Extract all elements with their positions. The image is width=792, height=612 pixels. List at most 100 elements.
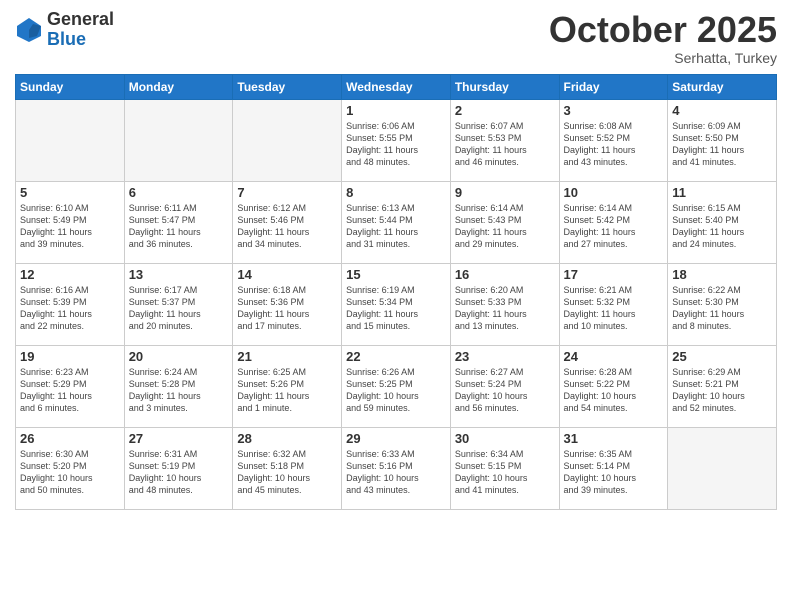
- logo: General Blue: [15, 10, 114, 50]
- calendar-cell: 2Sunrise: 6:07 AM Sunset: 5:53 PM Daylig…: [450, 99, 559, 181]
- calendar-cell: 26 Sunrise: 6:30 AM Sunset: 5:20 PM Dayli…: [16, 427, 125, 509]
- day-info: Sunrise: 6:29 AM Sunset: 5:21 PM Dayligh…: [672, 366, 772, 415]
- calendar-cell: 17Sunrise: 6:21 AM Sunset: 5:32 PM Dayli…: [559, 263, 668, 345]
- calendar-cell: 5 Sunrise: 6:10 AM Sunset: 5:49 PM Daylig…: [16, 181, 125, 263]
- day-info: Sunrise: 6:22 AM Sunset: 5:30 PM Dayligh…: [672, 284, 772, 333]
- day-info: Sunrise: 6:30 AM Sunset: 5:20 PM Dayligh…: [20, 448, 120, 497]
- calendar-cell: 6Sunrise: 6:11 AM Sunset: 5:47 PM Daylig…: [124, 181, 233, 263]
- day-number: 16: [455, 267, 555, 282]
- calendar-week-row: 26 Sunrise: 6:30 AM Sunset: 5:20 PM Dayli…: [16, 427, 777, 509]
- day-info: Sunrise: 6:11 AM Sunset: 5:47 PM Dayligh…: [129, 202, 229, 251]
- day-info: Sunrise: 6:23 AM Sunset: 5:29 PM Dayligh…: [20, 366, 120, 415]
- calendar-cell: 22 Sunrise: 6:26 AM Sunset: 5:25 PM Dayli…: [342, 345, 451, 427]
- day-number: 14: [237, 267, 337, 282]
- calendar-cell: 16Sunrise: 6:20 AM Sunset: 5:33 PM Dayli…: [450, 263, 559, 345]
- day-info: Sunrise: 6:19 AM Sunset: 5:34 PM Dayligh…: [346, 284, 446, 333]
- calendar-cell: [16, 99, 125, 181]
- calendar-cell: 14 Sunrise: 6:18 AM Sunset: 5:36 PM Dayli…: [233, 263, 342, 345]
- day-number: 18: [672, 267, 772, 282]
- day-info: Sunrise: 6:14 AM Sunset: 5:42 PM Dayligh…: [564, 202, 664, 251]
- calendar-col-header: Saturday: [668, 74, 777, 99]
- day-info: Sunrise: 6:06 AM Sunset: 5:55 PM Dayligh…: [346, 120, 446, 169]
- calendar-cell: 3 Sunrise: 6:08 AM Sunset: 5:52 PM Daylig…: [559, 99, 668, 181]
- day-number: 8: [346, 185, 446, 200]
- day-number: 7: [237, 185, 337, 200]
- day-number: 30: [455, 431, 555, 446]
- day-number: 21: [237, 349, 337, 364]
- calendar-cell: 27 Sunrise: 6:31 AM Sunset: 5:19 PM Dayli…: [124, 427, 233, 509]
- calendar-cell: 12Sunrise: 6:16 AM Sunset: 5:39 PM Dayli…: [16, 263, 125, 345]
- day-number: 23: [455, 349, 555, 364]
- calendar-cell: 29Sunrise: 6:33 AM Sunset: 5:16 PM Dayli…: [342, 427, 451, 509]
- day-info: Sunrise: 6:18 AM Sunset: 5:36 PM Dayligh…: [237, 284, 337, 333]
- day-info: Sunrise: 6:25 AM Sunset: 5:26 PM Dayligh…: [237, 366, 337, 415]
- calendar-cell: 4Sunrise: 6:09 AM Sunset: 5:50 PM Daylig…: [668, 99, 777, 181]
- calendar-cell: [233, 99, 342, 181]
- page: General Blue October 2025 Serhatta, Turk…: [0, 0, 792, 612]
- day-number: 3: [564, 103, 664, 118]
- day-number: 27: [129, 431, 229, 446]
- day-number: 26: [20, 431, 120, 446]
- calendar-table: SundayMondayTuesdayWednesdayThursdayFrid…: [15, 74, 777, 510]
- day-number: 24: [564, 349, 664, 364]
- calendar-cell: 24 Sunrise: 6:28 AM Sunset: 5:22 PM Dayli…: [559, 345, 668, 427]
- day-info: Sunrise: 6:08 AM Sunset: 5:52 PM Dayligh…: [564, 120, 664, 169]
- day-info: Sunrise: 6:17 AM Sunset: 5:37 PM Dayligh…: [129, 284, 229, 333]
- logo-icon: [15, 16, 43, 44]
- day-number: 10: [564, 185, 664, 200]
- calendar-week-row: 5 Sunrise: 6:10 AM Sunset: 5:49 PM Daylig…: [16, 181, 777, 263]
- calendar-cell: 20Sunrise: 6:24 AM Sunset: 5:28 PM Dayli…: [124, 345, 233, 427]
- logo-blue-text: Blue: [47, 30, 114, 50]
- day-info: Sunrise: 6:31 AM Sunset: 5:19 PM Dayligh…: [129, 448, 229, 497]
- day-number: 15: [346, 267, 446, 282]
- logo-text: General Blue: [47, 10, 114, 50]
- day-info: Sunrise: 6:27 AM Sunset: 5:24 PM Dayligh…: [455, 366, 555, 415]
- day-number: 11: [672, 185, 772, 200]
- calendar-cell: [124, 99, 233, 181]
- day-info: Sunrise: 6:26 AM Sunset: 5:25 PM Dayligh…: [346, 366, 446, 415]
- day-info: Sunrise: 6:33 AM Sunset: 5:16 PM Dayligh…: [346, 448, 446, 497]
- calendar-cell: [668, 427, 777, 509]
- day-info: Sunrise: 6:15 AM Sunset: 5:40 PM Dayligh…: [672, 202, 772, 251]
- calendar-cell: 19 Sunrise: 6:23 AM Sunset: 5:29 PM Dayli…: [16, 345, 125, 427]
- calendar-cell: 31Sunrise: 6:35 AM Sunset: 5:14 PM Dayli…: [559, 427, 668, 509]
- calendar-cell: 9Sunrise: 6:14 AM Sunset: 5:43 PM Daylig…: [450, 181, 559, 263]
- day-info: Sunrise: 6:32 AM Sunset: 5:18 PM Dayligh…: [237, 448, 337, 497]
- day-info: Sunrise: 6:24 AM Sunset: 5:28 PM Dayligh…: [129, 366, 229, 415]
- calendar-col-header: Sunday: [16, 74, 125, 99]
- day-info: Sunrise: 6:21 AM Sunset: 5:32 PM Dayligh…: [564, 284, 664, 333]
- day-info: Sunrise: 6:34 AM Sunset: 5:15 PM Dayligh…: [455, 448, 555, 497]
- calendar-cell: 30 Sunrise: 6:34 AM Sunset: 5:15 PM Dayli…: [450, 427, 559, 509]
- day-number: 9: [455, 185, 555, 200]
- calendar-cell: 8 Sunrise: 6:13 AM Sunset: 5:44 PM Daylig…: [342, 181, 451, 263]
- calendar-cell: 21 Sunrise: 6:25 AM Sunset: 5:26 PM Dayli…: [233, 345, 342, 427]
- calendar-cell: 15 Sunrise: 6:19 AM Sunset: 5:34 PM Dayli…: [342, 263, 451, 345]
- calendar-col-header: Wednesday: [342, 74, 451, 99]
- calendar-cell: 25 Sunrise: 6:29 AM Sunset: 5:21 PM Dayli…: [668, 345, 777, 427]
- title-block: October 2025 Serhatta, Turkey: [549, 10, 777, 66]
- calendar-col-header: Tuesday: [233, 74, 342, 99]
- day-info: Sunrise: 6:07 AM Sunset: 5:53 PM Dayligh…: [455, 120, 555, 169]
- calendar-col-header: Thursday: [450, 74, 559, 99]
- calendar-cell: 13 Sunrise: 6:17 AM Sunset: 5:37 PM Dayli…: [124, 263, 233, 345]
- calendar-cell: 10 Sunrise: 6:14 AM Sunset: 5:42 PM Dayli…: [559, 181, 668, 263]
- location-subtitle: Serhatta, Turkey: [549, 50, 777, 66]
- day-number: 22: [346, 349, 446, 364]
- day-info: Sunrise: 6:13 AM Sunset: 5:44 PM Dayligh…: [346, 202, 446, 251]
- calendar-cell: 11 Sunrise: 6:15 AM Sunset: 5:40 PM Dayli…: [668, 181, 777, 263]
- calendar-cell: 23 Sunrise: 6:27 AM Sunset: 5:24 PM Dayli…: [450, 345, 559, 427]
- header: General Blue October 2025 Serhatta, Turk…: [15, 10, 777, 66]
- day-number: 12: [20, 267, 120, 282]
- calendar-col-header: Monday: [124, 74, 233, 99]
- day-number: 4: [672, 103, 772, 118]
- calendar-cell: 18 Sunrise: 6:22 AM Sunset: 5:30 PM Dayli…: [668, 263, 777, 345]
- day-number: 25: [672, 349, 772, 364]
- calendar-cell: 7 Sunrise: 6:12 AM Sunset: 5:46 PM Daylig…: [233, 181, 342, 263]
- day-number: 13: [129, 267, 229, 282]
- day-info: Sunrise: 6:10 AM Sunset: 5:49 PM Dayligh…: [20, 202, 120, 251]
- day-number: 19: [20, 349, 120, 364]
- calendar-cell: 28Sunrise: 6:32 AM Sunset: 5:18 PM Dayli…: [233, 427, 342, 509]
- day-number: 5: [20, 185, 120, 200]
- day-info: Sunrise: 6:28 AM Sunset: 5:22 PM Dayligh…: [564, 366, 664, 415]
- day-info: Sunrise: 6:12 AM Sunset: 5:46 PM Dayligh…: [237, 202, 337, 251]
